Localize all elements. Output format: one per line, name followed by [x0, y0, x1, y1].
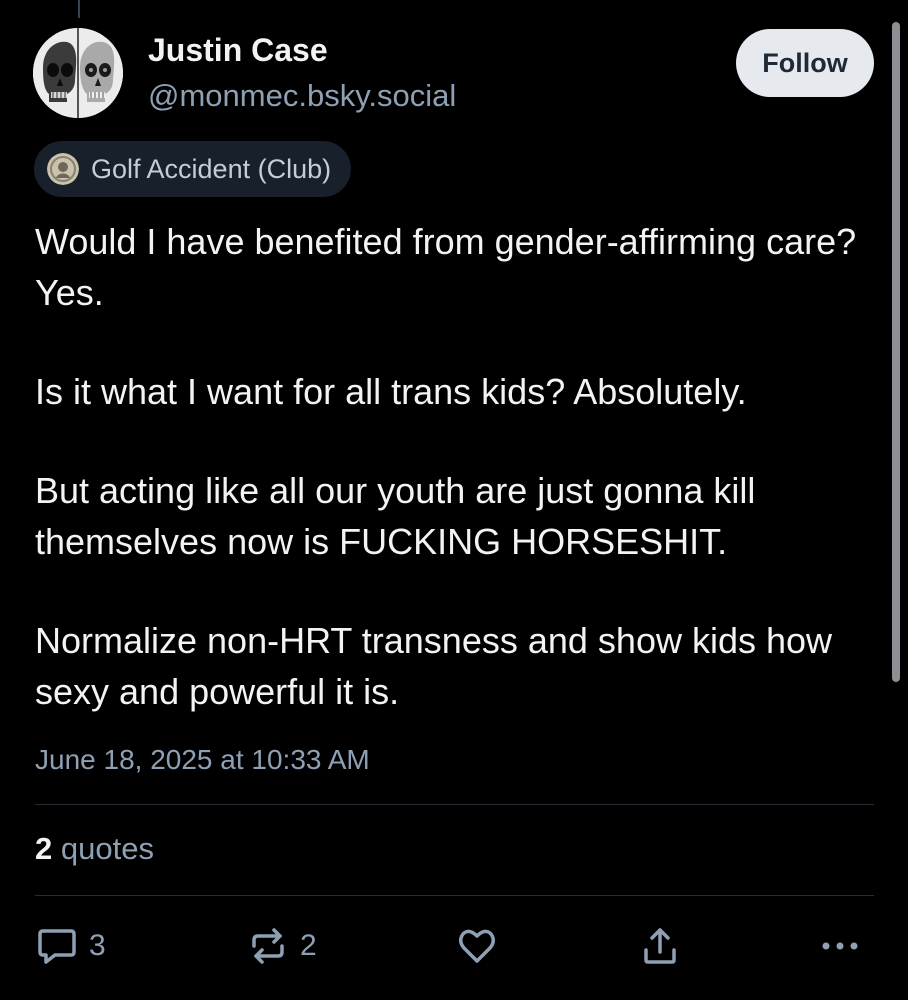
coin-icon: [47, 153, 79, 185]
thread-line: [78, 0, 80, 18]
author-display-name[interactable]: Justin Case: [148, 32, 328, 69]
quotes-link[interactable]: 2 quotes: [35, 831, 154, 867]
community-pill[interactable]: Golf Accident (Club): [34, 141, 352, 197]
post-timestamp: June 18, 2025 at 10:33 AM: [35, 744, 370, 775]
share-button[interactable]: [638, 922, 682, 970]
post-body: Would I have benefited from gender-affir…: [35, 216, 883, 765]
repost-icon: [246, 924, 290, 968]
repost-count: 2: [300, 929, 317, 962]
scrollbar[interactable]: [892, 22, 900, 682]
like-button[interactable]: [455, 922, 499, 970]
author-handle[interactable]: @monmec.bsky.social: [148, 78, 456, 114]
reply-icon: [35, 924, 79, 968]
reply-button[interactable]: 3: [35, 922, 106, 970]
more-button[interactable]: [818, 922, 862, 970]
community-label: Golf Accident (Club): [91, 153, 332, 184]
heart-icon: [455, 924, 499, 968]
quotes-count: 2: [35, 831, 53, 866]
post-paragraph: Would I have benefited from gender-affir…: [35, 221, 857, 313]
more-icon: [818, 924, 862, 968]
skull-avatar-icon[interactable]: [33, 28, 123, 118]
repost-button[interactable]: 2: [246, 922, 317, 970]
quotes-label: quotes: [60, 831, 154, 866]
follow-button[interactable]: Follow: [736, 29, 874, 97]
divider: [35, 895, 874, 896]
post-paragraph: Is it what I want for all trans kids? Ab…: [35, 371, 747, 412]
post-paragraph: But acting like all our youth are just g…: [35, 470, 756, 562]
divider: [35, 804, 874, 805]
post-paragraph: Normalize non-HRT transness and show kid…: [35, 620, 833, 712]
reply-count: 3: [89, 929, 106, 962]
share-icon: [638, 924, 682, 968]
